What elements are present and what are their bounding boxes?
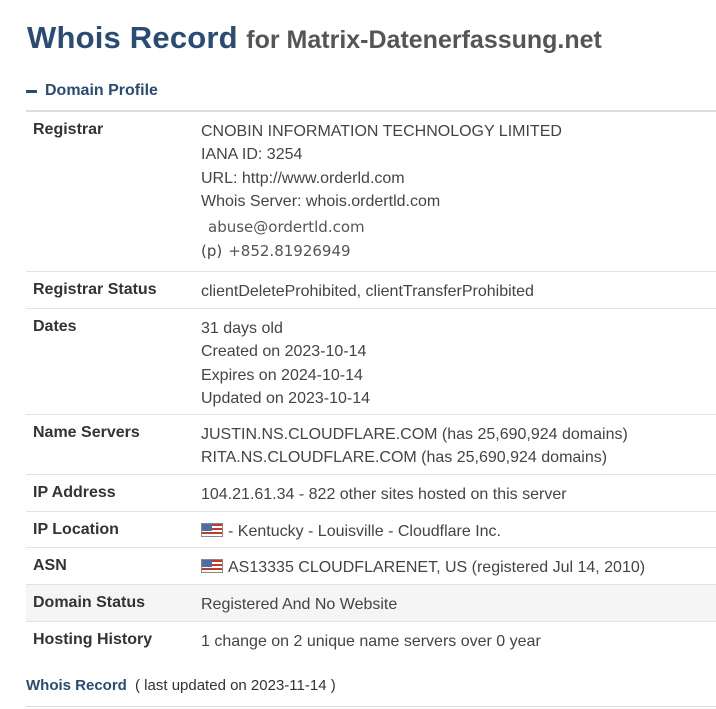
phone-prefix: (p): [201, 242, 223, 261]
name-servers-label: Name Servers: [33, 424, 140, 441]
registrar-iana: IANA ID: 3254: [201, 146, 303, 164]
domain-profile-toggle[interactable]: Domain Profile: [26, 82, 158, 100]
name-servers-row: Name Servers JUSTIN.NS.CLOUDFLARE.COM (h…: [26, 415, 716, 475]
asn-row: ASN AS13335 CLOUDFLARENET, US (registere…: [26, 548, 716, 585]
us-flag-icon: [201, 523, 223, 537]
ip-address-row: IP Address 104.21.61.34 - 822 other site…: [26, 475, 716, 512]
registrar-status-value: clientDeleteProhibited, clientTransferPr…: [201, 283, 534, 300]
dates-row: Dates 31 days old Created on 2023-10-14 …: [26, 309, 716, 415]
registrar-email: abuse@ordertld.com: [208, 218, 365, 237]
dates-value: 31 days old Created on 2023-10-14 Expire…: [194, 309, 716, 414]
name-servers-value: JUSTIN.NS.CLOUDFLARE.COM (has 25,690,924…: [194, 415, 716, 474]
asn-label: ASN: [33, 557, 67, 574]
hosting-history-value: 1 change on 2 unique name servers over 0…: [201, 633, 541, 650]
page-title: Whois Record for Matrix-Datenerfassung.n…: [27, 20, 602, 56]
registrar-row: Registrar CNOBIN INFORMATION TECHNOLOGY …: [26, 112, 716, 272]
domain-status-label: Domain Status: [33, 594, 146, 611]
page-title-domain: for Matrix-Datenerfassung.net: [246, 26, 602, 54]
hosting-history-row: Hosting History 1 change on 2 unique nam…: [26, 622, 716, 659]
registrar-phone: (p) +852.81926949: [201, 240, 716, 263]
name-server-2: RITA.NS.CLOUDFLARE.COM (has 25,690,924 d…: [201, 449, 608, 467]
domain-profile-table: Registrar CNOBIN INFORMATION TECHNOLOGY …: [26, 110, 716, 659]
ip-location-value: - Kentucky - Louisville - Cloudflare Inc…: [194, 512, 716, 547]
whois-record-link[interactable]: Whois Record: [26, 677, 127, 694]
whois-record-footer: Whois Record ( last updated on 2023-11-1…: [26, 677, 336, 694]
domain-status-value: Registered And No Website: [201, 596, 398, 613]
ip-location-text: - Kentucky - Louisville - Cloudflare Inc…: [228, 523, 501, 540]
dates-age: 31 days old: [201, 320, 283, 337]
ip-location-label: IP Location: [33, 521, 119, 538]
hosting-history-label: Hosting History: [33, 631, 153, 648]
registrar-value: CNOBIN INFORMATION TECHNOLOGY LIMITED IA…: [194, 112, 716, 271]
dates-updated: Updated on 2023-10-14: [201, 389, 371, 407]
registrar-status-label: Registrar Status: [33, 281, 157, 298]
registrar-status-row: Registrar Status clientDeleteProhibited,…: [26, 272, 716, 309]
page-title-main: Whois Record: [27, 20, 238, 55]
footer-divider: [26, 706, 716, 707]
registrar-label: Registrar: [33, 121, 104, 138]
asn-text: AS13335 CLOUDFLARENET, US (registered Ju…: [228, 559, 646, 576]
registrar-name: CNOBIN INFORMATION TECHNOLOGY LIMITED: [201, 123, 562, 140]
dates-label: Dates: [33, 318, 77, 335]
phone-number: +852.81926949: [228, 242, 351, 261]
dates-expires: Expires on 2024-10-14: [201, 366, 363, 384]
asn-value: AS13335 CLOUDFLARENET, US (registered Ju…: [194, 548, 716, 584]
last-updated-note: ( last updated on 2023-11-14 ): [135, 677, 336, 694]
domain-profile-label: Domain Profile: [45, 82, 158, 99]
registrar-url: URL: http://www.orderld.com: [201, 169, 405, 187]
ip-address-label: IP Address: [33, 484, 116, 501]
minus-icon: [26, 89, 37, 93]
ip-address-value: 104.21.61.34 - 822 other sites hosted on…: [201, 486, 567, 503]
dates-created: Created on 2023-10-14: [201, 343, 367, 361]
ip-location-row: IP Location - Kentucky - Louisville - Cl…: [26, 512, 716, 548]
name-server-1: JUSTIN.NS.CLOUDFLARE.COM (has 25,690,924…: [201, 426, 628, 443]
domain-status-row: Domain Status Registered And No Website: [26, 585, 716, 622]
registrar-whois-server: Whois Server: whois.ordertld.com: [201, 192, 441, 210]
us-flag-icon: [201, 559, 223, 573]
